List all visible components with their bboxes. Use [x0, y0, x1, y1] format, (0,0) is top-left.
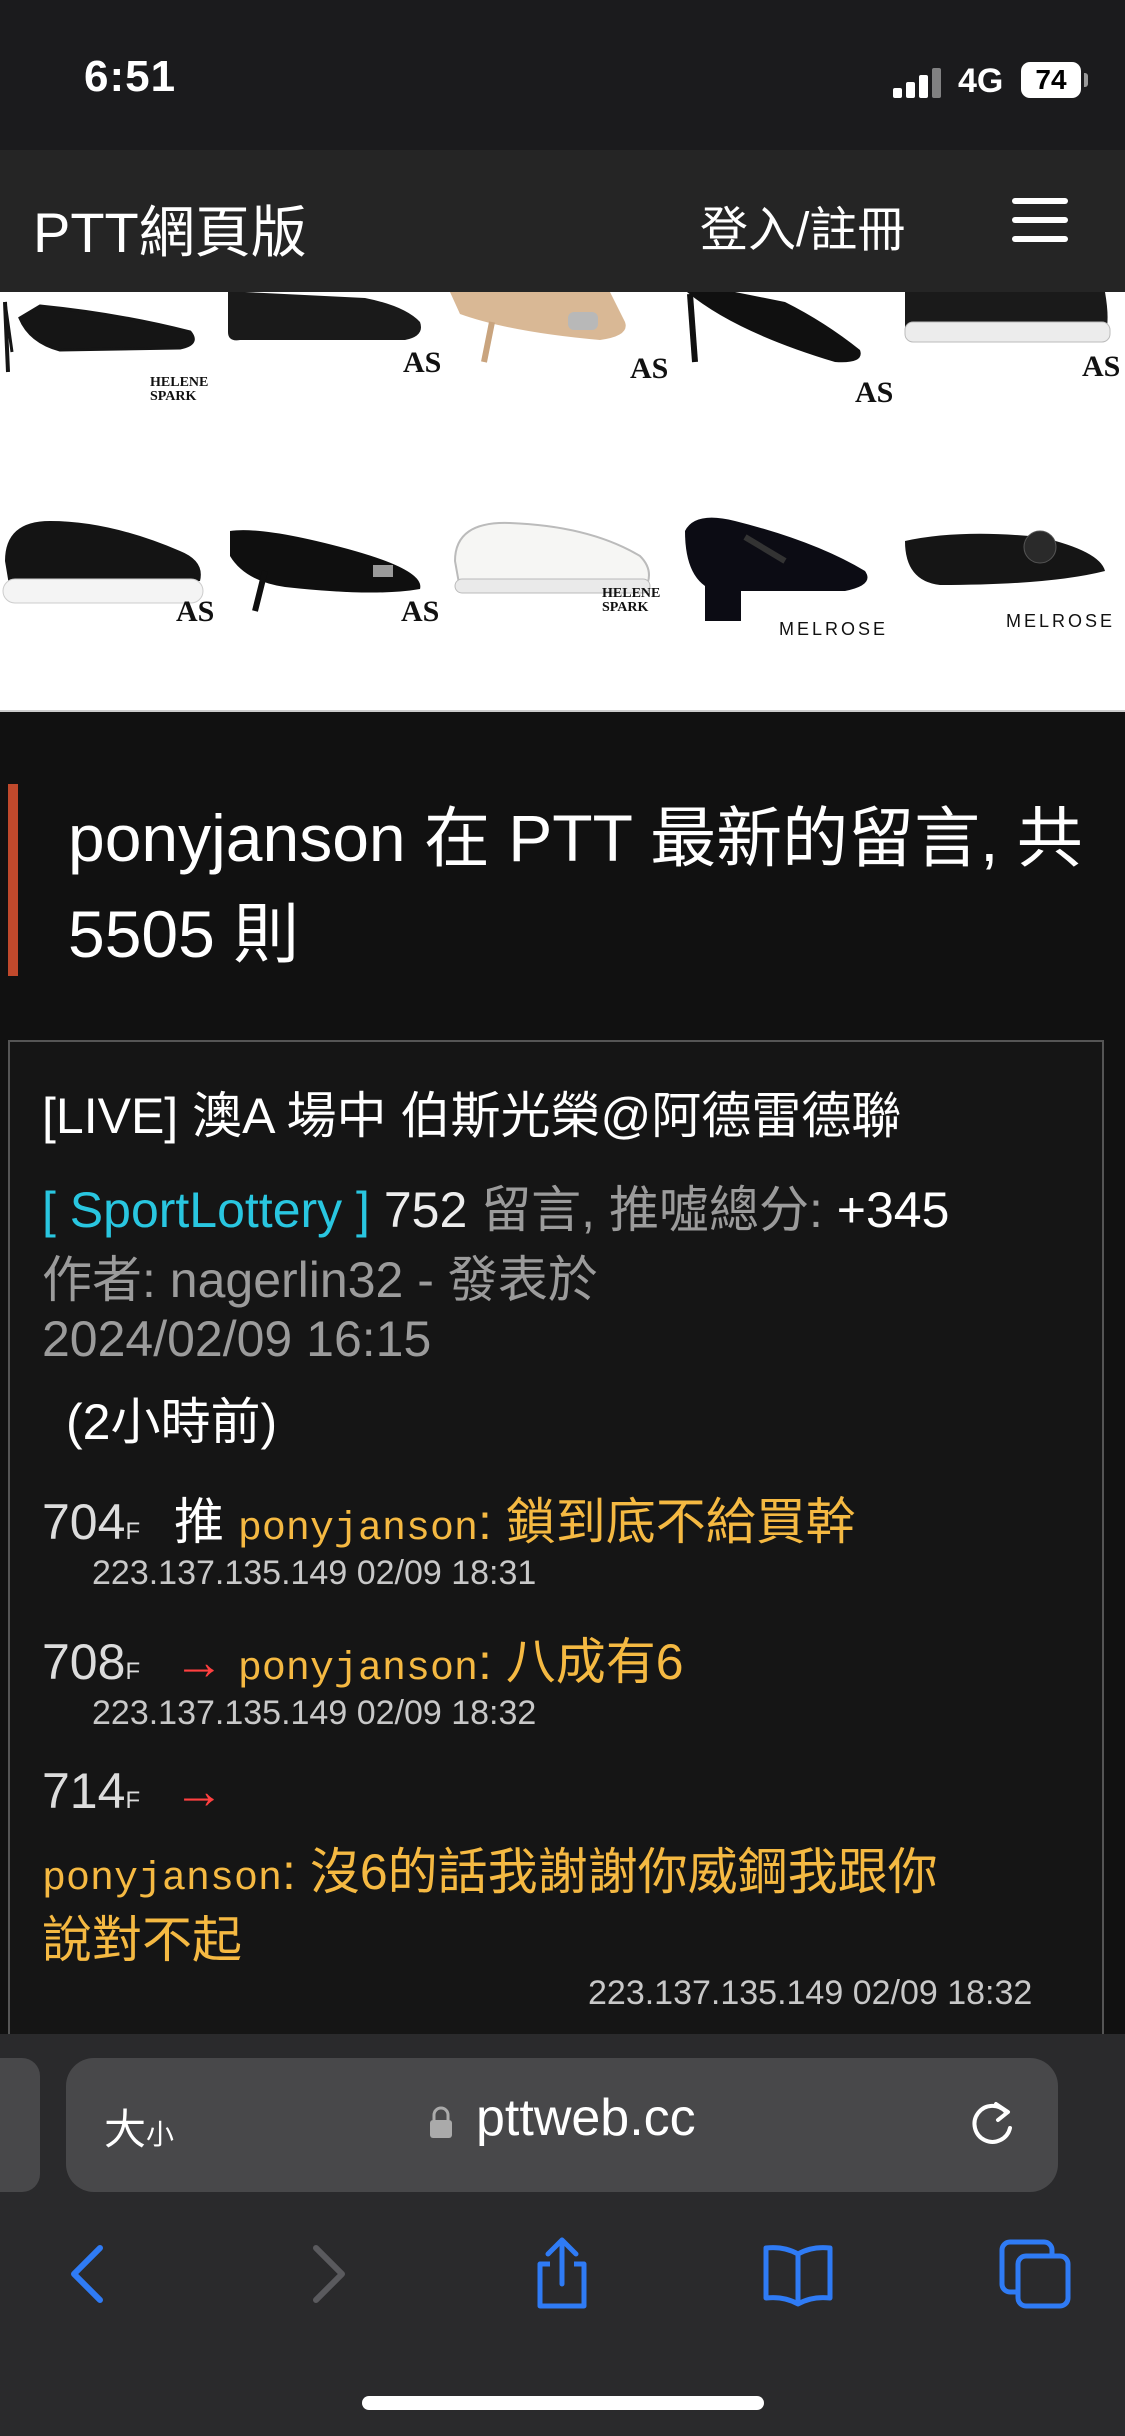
- relative-time: (2小時前): [66, 1394, 278, 1450]
- shoe-ad-item[interactable]: AS: [450, 292, 675, 501]
- text-size-button[interactable]: 大小: [104, 2096, 174, 2157]
- post-title[interactable]: [LIVE] 澳A 場中 伯斯光榮@阿德雷德聯: [42, 1076, 901, 1148]
- previous-tab-peek[interactable]: [0, 2058, 40, 2192]
- comment-row: 704F 推 ponyjanson: 鎖到底不給買幹: [42, 1482, 856, 1554]
- brand-logo: AS: [176, 595, 215, 628]
- shoe-image: [450, 292, 626, 363]
- login-register-link[interactable]: 登入/註冊: [700, 190, 905, 260]
- shoe-image: [905, 530, 1105, 585]
- comment-meta: 223.137.135.149 02/09 18:32: [92, 1694, 537, 1732]
- post-datetime: 2024/02/09 16:15: [42, 1311, 432, 1367]
- site-title[interactable]: PTT網頁版: [33, 188, 307, 269]
- browser-toolbar: 大小 pttweb.cc: [0, 2034, 1125, 2436]
- comment-user[interactable]: ponyjanson: [238, 1647, 478, 1692]
- headline-text: ponyjanson 在 PTT 最新的留言, 共 5505 則: [68, 801, 1083, 971]
- address-bar[interactable]: 大小 pttweb.cc: [66, 2058, 1058, 2192]
- comment-label: 留言, 推噓總分:: [481, 1182, 823, 1238]
- site-header: PTT網頁版 登入/註冊: [0, 150, 1125, 292]
- status-bar: 6:51 4G 74: [0, 0, 1125, 150]
- battery-icon: 74: [1021, 62, 1088, 98]
- floor-number: 704F: [42, 1494, 141, 1550]
- shoe-image: [685, 517, 868, 621]
- brand-logo: HELENE SPARK: [602, 586, 661, 615]
- brand-logo: MELROSE: [779, 619, 889, 639]
- shoe-ad-item[interactable]: AS: [675, 292, 900, 501]
- comment-content: : 沒6的話我謝謝你威鋼我跟你: [282, 1844, 938, 1900]
- shoe-ad-item[interactable]: AS: [225, 501, 450, 710]
- floor-number: 714F: [42, 1763, 141, 1819]
- back-icon[interactable]: [48, 2234, 128, 2314]
- shoe-image: [904, 292, 1111, 343]
- forward-icon[interactable]: [288, 2234, 368, 2314]
- comment-meta: 223.137.135.149 02/09 18:31: [92, 1554, 537, 1592]
- comment-content: : 鎖到底不給買幹: [477, 1494, 856, 1550]
- comment-meta: 223.137.135.149 02/09 18:32: [588, 1974, 1033, 2012]
- comment-content: 說對不起: [42, 1912, 242, 1968]
- home-indicator[interactable]: [362, 2396, 764, 2410]
- push-score: +345: [836, 1182, 950, 1238]
- brand-logo: AS: [630, 352, 669, 385]
- bookmarks-icon[interactable]: [758, 2234, 838, 2314]
- floor-number: 708F: [42, 1634, 141, 1690]
- comment-count: 752: [383, 1182, 468, 1238]
- author-line: 作者: nagerlin32 - 發表於: [42, 1252, 598, 1308]
- comment-user[interactable]: ponyjanson: [42, 1857, 282, 1902]
- shoe-ad-item[interactable]: AS: [0, 501, 225, 710]
- accent-bar: [8, 784, 18, 976]
- shoe-ad-item[interactable]: MELROSE: [900, 501, 1125, 710]
- shoe-ad-item[interactable]: HELENE SPARK: [0, 292, 225, 501]
- brand-logo: AS: [855, 376, 894, 409]
- comment-row: 708F → ponyjanson: 八成有6: [42, 1622, 684, 1694]
- comment-body-continued: 說對不起: [42, 1900, 242, 1972]
- brand-logo: AS: [403, 346, 442, 379]
- board-link[interactable]: [ SportLottery ]: [42, 1182, 370, 1238]
- post-board-line: [ SportLottery ] 752 留言, 推噓總分: +345: [42, 1170, 949, 1242]
- brand-logo: HELENE SPARK: [150, 375, 209, 404]
- lock-icon: [430, 2106, 452, 2138]
- url-text[interactable]: pttweb.cc: [476, 2088, 696, 2148]
- network-label: 4G: [958, 62, 1004, 100]
- push-tag: 推: [174, 1494, 225, 1550]
- arrow-tag: →: [174, 1634, 225, 1690]
- share-icon[interactable]: [522, 2234, 602, 2314]
- brand-logo: AS: [1082, 350, 1121, 383]
- status-time: 6:51: [84, 52, 177, 101]
- brand-logo: MELROSE: [1006, 611, 1116, 631]
- comment-content: : 八成有6: [477, 1634, 684, 1690]
- comment-row: 714F →: [42, 1762, 224, 1820]
- signal-icon: [893, 66, 945, 98]
- hamburger-menu-icon[interactable]: [1012, 198, 1068, 242]
- comment-body: ponyjanson: 沒6的話我謝謝你威鋼我跟你: [42, 1832, 938, 1904]
- user-comments-headline: ponyjanson 在 PTT 最新的留言, 共 5505 則: [0, 780, 1125, 980]
- reload-icon[interactable]: [966, 2098, 1018, 2150]
- comment-user[interactable]: ponyjanson: [238, 1507, 478, 1552]
- shoe-ad-banner[interactable]: HELENE SPARK AS AS AS AS AS AS HELENE SP…: [0, 292, 1125, 712]
- post-card[interactable]: [LIVE] 澳A 場中 伯斯光榮@阿德雷德聯 [ SportLottery ]…: [8, 1040, 1104, 2042]
- shoe-ad-item[interactable]: AS: [225, 292, 450, 501]
- shoe-ad-item[interactable]: MELROSE: [675, 501, 900, 710]
- shoe-image: [228, 292, 421, 341]
- brand-logo: AS: [401, 595, 440, 628]
- arrow-tag: →: [174, 1763, 225, 1819]
- shoe-ad-item[interactable]: AS: [900, 292, 1125, 501]
- shoe-ad-item[interactable]: HELENE SPARK: [450, 501, 675, 710]
- tabs-icon[interactable]: [996, 2234, 1076, 2314]
